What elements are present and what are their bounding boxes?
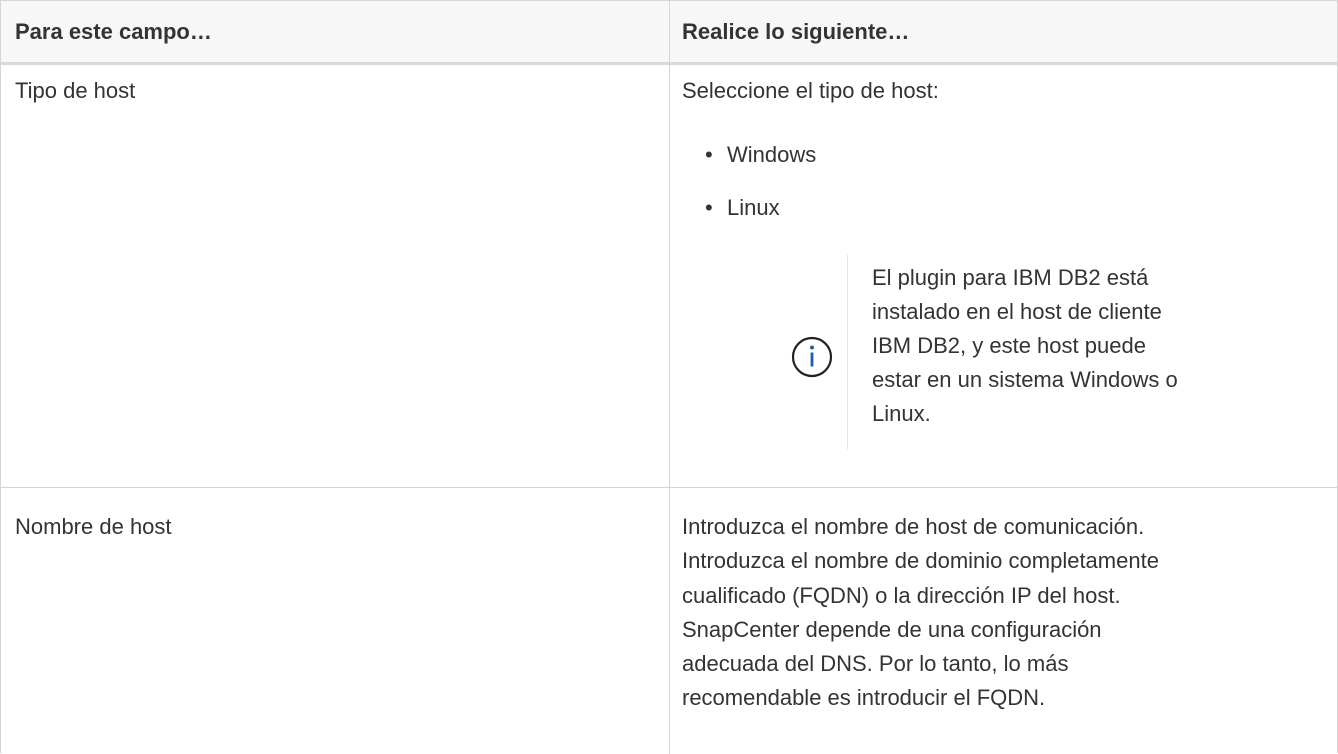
host-type-options-list: • Windows • Linux xyxy=(705,138,816,244)
field-host-name: Nombre de host xyxy=(15,514,172,539)
note-divider xyxy=(847,255,848,449)
note-line: Linux. xyxy=(872,401,931,426)
header-action-column: Realice lo siguiente… xyxy=(682,19,910,44)
header-field-column: Para este campo… xyxy=(15,19,212,44)
note-line: estar en un sistema Windows o xyxy=(872,367,1178,392)
list-item: • Linux xyxy=(705,195,780,220)
option-windows: Windows xyxy=(727,142,817,167)
instruction-line: adecuada del DNS. Por lo tanto, lo más xyxy=(682,651,1069,677)
field-host-type: Tipo de host xyxy=(15,78,136,103)
parameters-table: Para este campo… Realice lo siguiente… T… xyxy=(0,0,1338,754)
note-line: instalado en el host de cliente xyxy=(872,299,1162,324)
host-name-instruction: Introduzca el nombre de host de comunica… xyxy=(682,510,1159,716)
info-icon xyxy=(791,336,833,378)
instruction-line: SnapCenter depende de una configuración xyxy=(682,616,1102,642)
note-line: El plugin para IBM DB2 está xyxy=(872,265,1149,290)
note-text: El plugin para IBM DB2 está instalado en… xyxy=(872,261,1178,431)
host-type-instruction: Seleccione el tipo de host: xyxy=(682,78,939,103)
option-linux: Linux xyxy=(727,195,780,220)
list-item: • Windows xyxy=(705,142,817,167)
column-divider xyxy=(669,1,670,754)
instruction-line: Introduzca el nombre de dominio completa… xyxy=(682,548,1159,574)
note-line: IBM DB2, y este host puede xyxy=(872,333,1146,358)
instruction-line: recomendable es introducir el FQDN. xyxy=(682,685,1046,711)
instruction-line: cualificado (FQDN) o la dirección IP del… xyxy=(682,582,1121,608)
instruction-line: Introduzca el nombre de host de comunica… xyxy=(682,514,1145,539)
row-divider xyxy=(1,487,1337,488)
